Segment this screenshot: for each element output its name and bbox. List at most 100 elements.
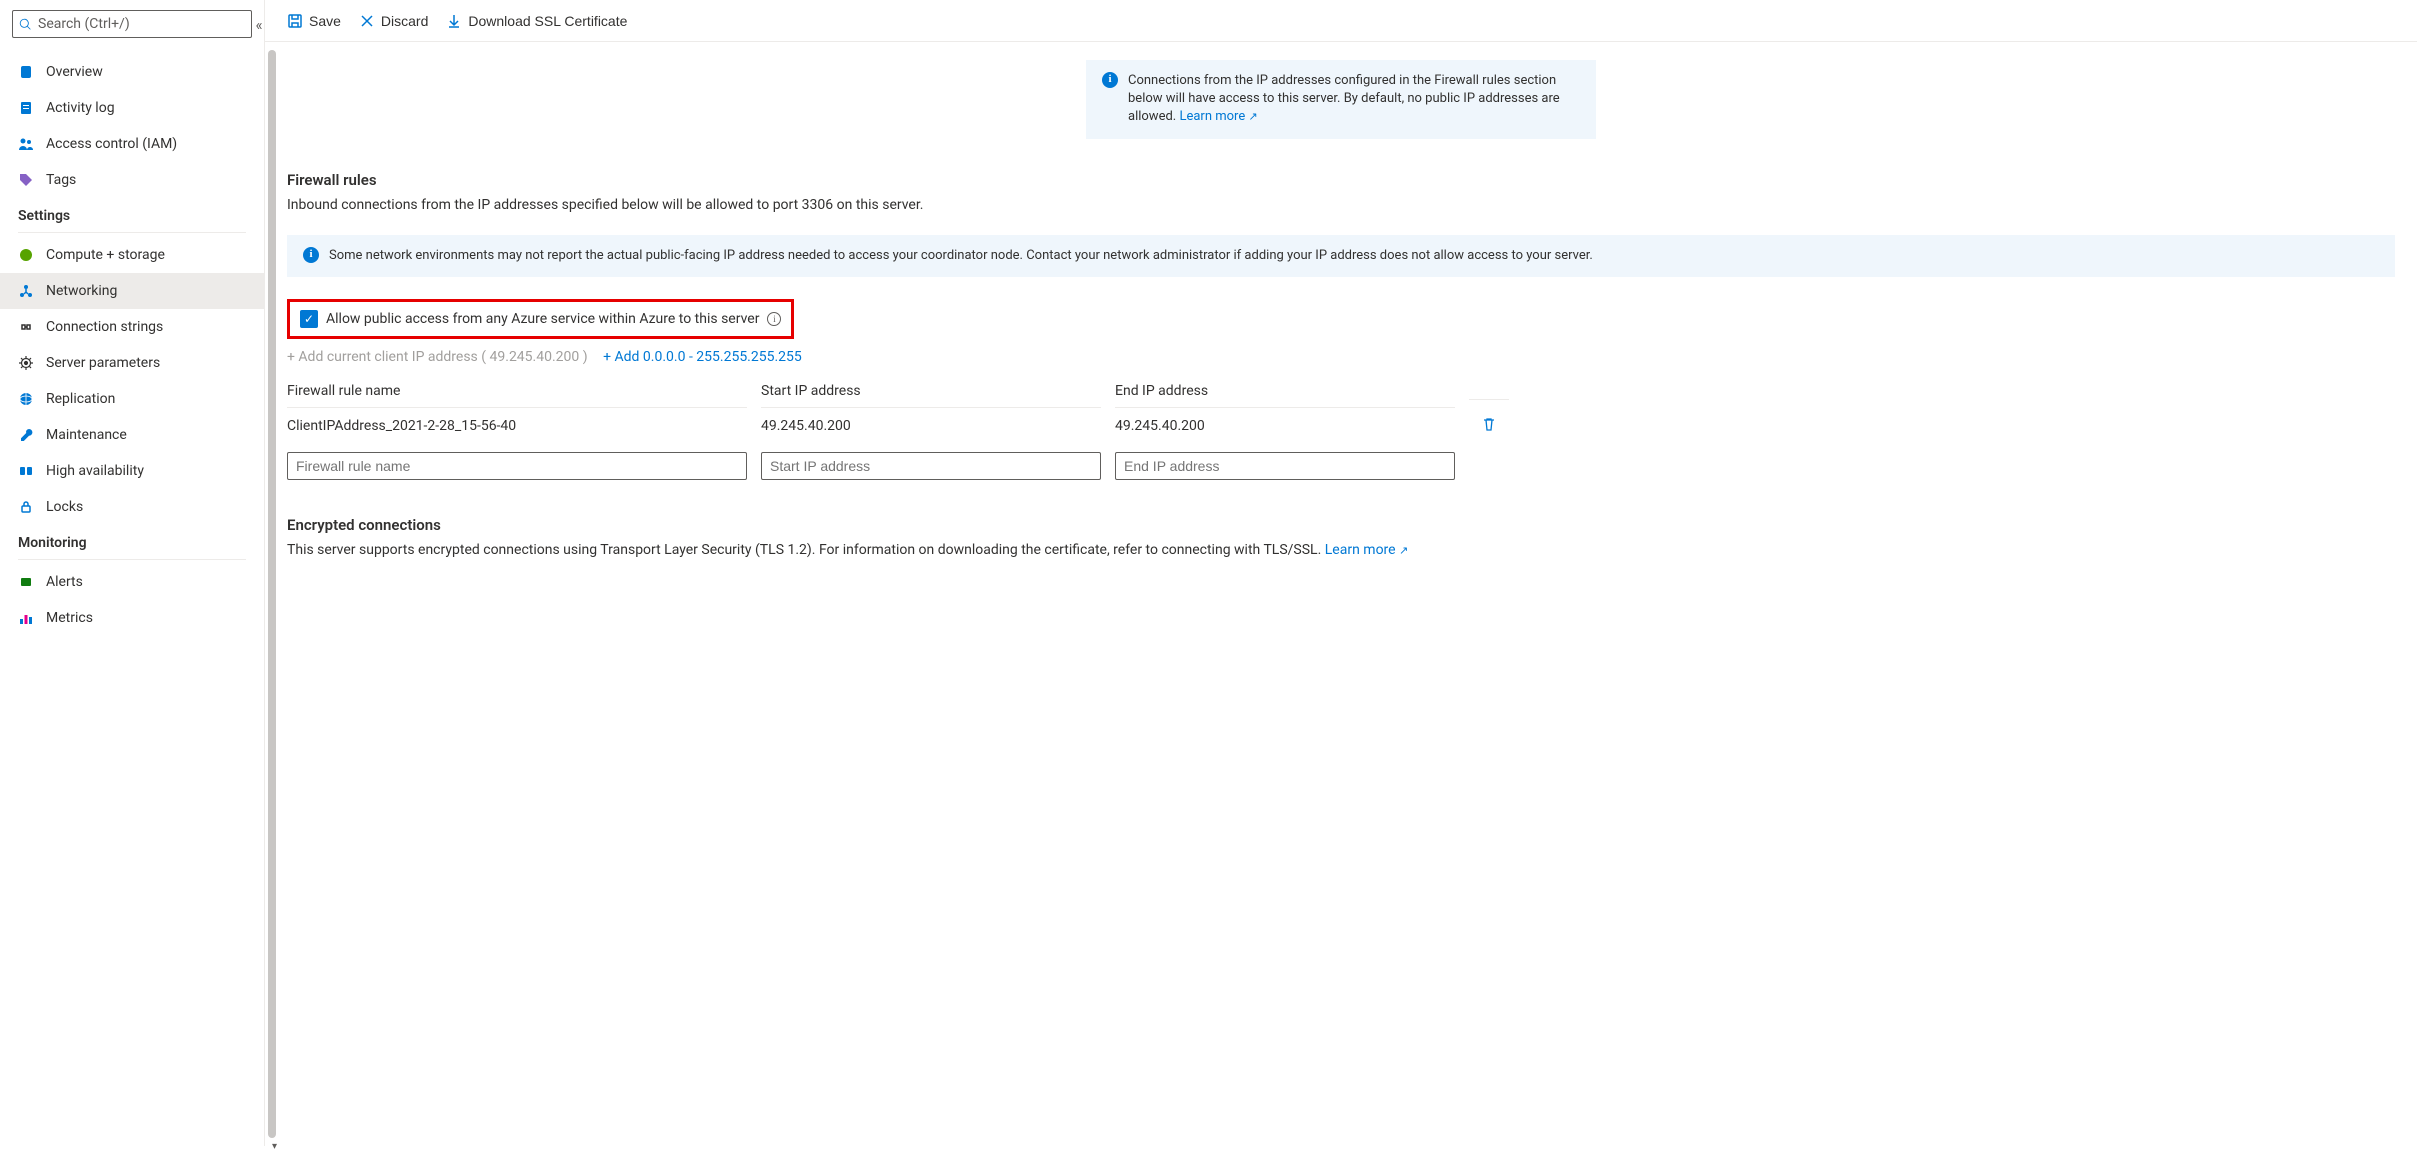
sidebar-item-high-availability[interactable]: High availability [0,453,264,489]
new-rule-name-input[interactable] [287,452,747,480]
info-firewall-access: i Connections from the IP addresses conf… [1086,60,1596,139]
sidebar-item-label: Locks [46,499,83,515]
search-icon [19,18,32,31]
wrench-icon [18,427,34,443]
discard-button[interactable]: Discard [359,13,428,29]
allow-azure-label: Allow public access from any Azure servi… [326,311,759,327]
tag-icon [18,172,34,188]
toolbar: Save Discard Download SSL Certificate [265,0,2417,42]
sidebar-item-label: Replication [46,391,115,407]
firewall-rules-desc: Inbound connections from the IP addresse… [287,197,2395,213]
sidebar-section-settings: Settings [0,198,264,228]
encrypted-title: Encrypted connections [287,516,2395,534]
people-icon [18,136,34,152]
sidebar-item-label: Connection strings [46,319,163,335]
sidebar-item-access-control[interactable]: Access control (IAM) [0,126,264,162]
sidebar-item-replication[interactable]: Replication [0,381,264,417]
allow-azure-highlight: ✓ Allow public access from any Azure ser… [287,299,794,339]
search-placeholder: Search (Ctrl+/) [38,16,130,32]
globe-icon [18,391,34,407]
sidebar-item-maintenance[interactable]: Maintenance [0,417,264,453]
sidebar-item-activity-log[interactable]: Activity log [0,90,264,126]
external-link-icon: ↗ [1399,544,1408,557]
sidebar-item-alerts[interactable]: Alerts [0,564,264,600]
download-icon [446,13,462,29]
sidebar-item-connection-strings[interactable]: Connection strings [0,309,264,345]
sidebar-divider [18,559,246,560]
sidebar-item-label: Server parameters [46,355,160,371]
ha-icon [18,463,34,479]
lock-icon [18,499,34,515]
col-header-end: End IP address [1115,383,1455,408]
sidebar-item-tags[interactable]: Tags [0,162,264,198]
firewall-rules-title: Firewall rules [287,171,2395,189]
sidebar-item-locks[interactable]: Locks [0,489,264,525]
collapse-sidebar-button[interactable]: « [248,14,270,36]
info-icon: i [303,247,319,263]
ip-actions-row: + Add current client IP address ( 49.245… [287,349,2395,365]
sidebar-item-networking[interactable]: Networking [0,273,264,309]
save-icon [287,13,303,29]
search-input[interactable]: Search (Ctrl+/) [12,10,252,38]
sidebar-item-label: Maintenance [46,427,127,443]
main-panel: Save Discard Download SSL Certificate i … [265,0,2417,1146]
sidebar-item-label: Networking [46,283,117,299]
external-link-icon: ↗ [1248,110,1257,123]
rule-name-cell: ClientIPAddress_2021-2-28_15-56-40 [287,410,747,442]
save-button[interactable]: Save [287,13,341,29]
sidebar-item-compute-storage[interactable]: Compute + storage [0,237,264,273]
download-label: Download SSL Certificate [468,13,627,29]
info-icon: i [1102,72,1118,88]
new-rule-end-input[interactable] [1115,452,1455,480]
discard-label: Discard [381,13,428,29]
sidebar-item-label: Overview [46,64,103,80]
log-icon [18,100,34,116]
col-header-start: Start IP address [761,383,1101,408]
info-text: Connections from the IP addresses config… [1128,72,1580,127]
sidebar-scrollbar-down[interactable]: ▾ [272,1141,277,1152]
sidebar-item-server-parameters[interactable]: Server parameters [0,345,264,381]
sidebar-item-label: Activity log [46,100,115,116]
content-area: i Connections from the IP addresses conf… [265,42,2417,582]
trash-icon [1481,416,1497,432]
rule-start-cell: 49.245.40.200 [761,410,1101,442]
sidebar-item-label: Access control (IAM) [46,136,177,152]
sidebar-item-metrics[interactable]: Metrics [0,600,264,636]
metrics-icon [18,610,34,626]
sidebar-menu: Overview Activity log Access control (IA… [0,50,264,640]
new-rule-start-input[interactable] [761,452,1101,480]
sidebar-scrollbar[interactable] [268,50,276,1138]
sidebar-item-label: Tags [46,172,76,188]
info-text: Some network environments may not report… [329,247,1593,265]
info-network-environments: i Some network environments may not repo… [287,235,2395,277]
firewall-rules-table: Firewall rule name Start IP address End … [287,383,2395,488]
alerts-icon [18,574,34,590]
sidebar-item-overview[interactable]: Overview [0,54,264,90]
sidebar-section-monitoring: Monitoring [0,525,264,555]
add-current-ip-button[interactable]: + Add current client IP address ( 49.245… [287,349,588,365]
encrypted-desc: This server supports encrypted connectio… [287,542,2395,558]
connection-icon [18,319,34,335]
add-all-ip-button[interactable]: + Add 0.0.0.0 - 255.255.255.255 [603,349,802,365]
save-label: Save [309,13,341,29]
allow-azure-checkbox[interactable]: ✓ [300,310,318,328]
gear-icon [18,355,34,371]
sidebar-divider [18,232,246,233]
compute-icon [18,247,34,263]
sidebar-item-label: High availability [46,463,144,479]
sidebar-item-label: Alerts [46,574,83,590]
discard-icon [359,13,375,29]
learn-more-link[interactable]: Learn more ↗ [1179,109,1257,124]
rule-end-cell: 49.245.40.200 [1115,410,1455,442]
allow-azure-help-icon[interactable]: i [767,312,781,326]
col-header-name: Firewall rule name [287,383,747,408]
sidebar: Search (Ctrl+/) « ▾ Overview Activity lo… [0,0,265,1146]
sidebar-item-label: Metrics [46,610,93,626]
encrypted-learn-more-link[interactable]: Learn more ↗ [1325,542,1409,558]
network-icon [18,283,34,299]
delete-rule-button[interactable] [1469,408,1509,444]
col-header-actions [1469,391,1509,400]
sidebar-item-label: Compute + storage [46,247,165,263]
database-icon [18,64,34,80]
download-ssl-button[interactable]: Download SSL Certificate [446,13,627,29]
